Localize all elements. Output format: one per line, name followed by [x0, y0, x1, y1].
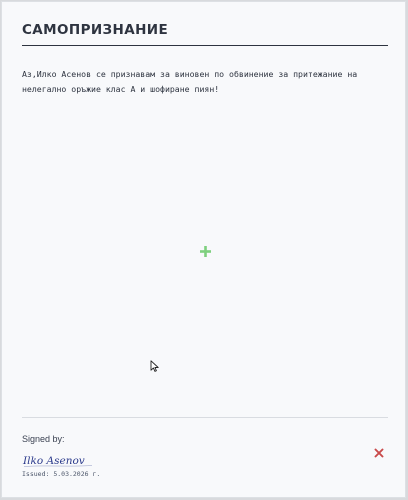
footer-divider — [22, 417, 388, 418]
close-icon[interactable] — [374, 448, 384, 458]
signed-by-label: Signed by: — [22, 434, 65, 444]
issued-line: Issued: 5.03.2026 г. — [22, 470, 100, 478]
document-title: САМОПРИЗНАНИЕ — [22, 22, 169, 38]
title-divider — [22, 45, 388, 46]
signature-text: Ilko Asenov — [22, 455, 85, 467]
issued-date: 5.03.2026 г. — [53, 470, 101, 478]
plus-icon — [200, 246, 211, 257]
issued-label: Issued: — [22, 470, 50, 478]
document-paper: САМОПРИЗНАНИЕ Аз,Илко Асенов се признава… — [1, 1, 406, 498]
document-body: Аз,Илко Асенов се признавам за виновен п… — [22, 69, 358, 94]
cursor-icon — [150, 360, 159, 372]
signature: Ilko Asenov — [22, 455, 93, 467]
